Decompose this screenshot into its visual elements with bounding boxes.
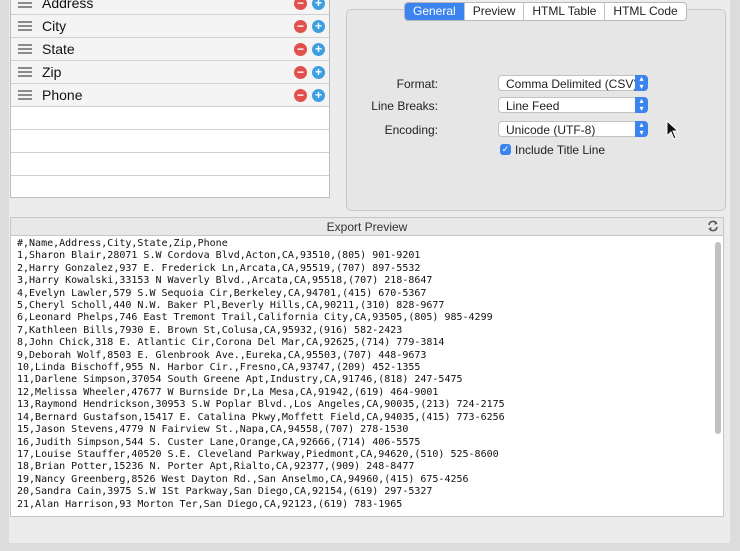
drag-handle-icon[interactable] xyxy=(18,65,32,79)
add-field-icon[interactable]: + xyxy=(312,0,325,10)
drag-handle-icon[interactable] xyxy=(18,19,32,33)
tab-html-table[interactable]: HTML Table xyxy=(523,3,604,20)
add-field-icon[interactable]: + xyxy=(312,42,325,56)
format-value: Comma Delimited (CSV) xyxy=(506,77,638,91)
export-preview-header: Export Preview xyxy=(10,217,724,235)
tab-preview[interactable]: Preview xyxy=(463,3,524,20)
add-field-icon[interactable]: + xyxy=(312,65,325,79)
tab-bar: General Preview HTML Table HTML Code xyxy=(404,2,687,21)
field-row-address[interactable]: Address − + xyxy=(11,0,329,15)
line-breaks-label: Line Breaks: xyxy=(371,99,438,113)
drag-handle-icon[interactable] xyxy=(18,0,32,10)
include-title-label: Include Title Line xyxy=(515,143,606,157)
format-label: Format: xyxy=(396,77,438,91)
remove-field-icon[interactable]: − xyxy=(294,42,307,56)
drag-handle-icon[interactable] xyxy=(18,88,32,102)
field-label: State xyxy=(42,41,75,57)
vertical-scrollbar[interactable] xyxy=(715,242,721,434)
line-breaks-value: Line Feed xyxy=(506,99,560,113)
drag-handle-icon[interactable] xyxy=(18,42,32,56)
refresh-icon[interactable] xyxy=(707,220,719,232)
format-select[interactable]: Comma Delimited (CSV) ▴ ▾ xyxy=(498,75,648,91)
empty-row xyxy=(11,153,329,176)
field-label: Phone xyxy=(42,87,83,103)
chevron-updown-icon: ▴ ▾ xyxy=(635,121,648,137)
remove-field-icon[interactable]: − xyxy=(294,65,307,79)
export-preview-area[interactable]: #,Name,Address,City,State,Zip,Phone 1,Sh… xyxy=(10,235,724,517)
tab-general[interactable]: General xyxy=(405,3,464,20)
mouse-cursor-icon xyxy=(666,120,680,140)
include-title-checkbox[interactable]: ✓ xyxy=(500,144,511,155)
line-breaks-select[interactable]: Line Feed ▴ ▾ xyxy=(498,97,648,113)
format-row: Format: Comma Delimited (CSV) ▴ ▾ xyxy=(346,75,724,93)
field-row-zip[interactable]: Zip − + xyxy=(11,61,329,84)
window-bottom-edge xyxy=(0,543,740,551)
line-breaks-row: Line Breaks: Line Feed ▴ ▾ xyxy=(346,97,724,115)
tab-html-code[interactable]: HTML Code xyxy=(604,3,685,20)
remove-field-icon[interactable]: − xyxy=(294,88,307,102)
field-row-state[interactable]: State − + xyxy=(11,38,329,61)
field-label: City xyxy=(42,18,67,34)
empty-row xyxy=(11,130,329,153)
window-right-edge xyxy=(730,0,740,551)
field-label: Address xyxy=(42,0,94,11)
encoding-label: Encoding: xyxy=(384,123,438,137)
chevron-updown-icon: ▴ ▾ xyxy=(635,75,648,91)
window-left-edge xyxy=(0,0,9,551)
empty-row xyxy=(11,176,329,197)
add-field-icon[interactable]: + xyxy=(312,88,325,102)
remove-field-icon[interactable]: − xyxy=(294,0,307,10)
field-list: Address − + City − + State − + Zip − + P… xyxy=(10,0,330,198)
export-preview-text: #,Name,Address,City,State,Zip,Phone 1,Sh… xyxy=(17,238,505,510)
encoding-select[interactable]: Unicode (UTF-8) ▴ ▾ xyxy=(498,121,648,137)
field-row-phone[interactable]: Phone − + xyxy=(11,84,329,107)
field-row-city[interactable]: City − + xyxy=(11,15,329,38)
remove-field-icon[interactable]: − xyxy=(294,19,307,33)
empty-row xyxy=(11,107,329,130)
field-label: Zip xyxy=(42,64,62,80)
export-preview-title: Export Preview xyxy=(326,220,408,234)
add-field-icon[interactable]: + xyxy=(312,19,325,33)
encoding-value: Unicode (UTF-8) xyxy=(506,123,596,137)
chevron-updown-icon: ▴ ▾ xyxy=(635,97,648,113)
